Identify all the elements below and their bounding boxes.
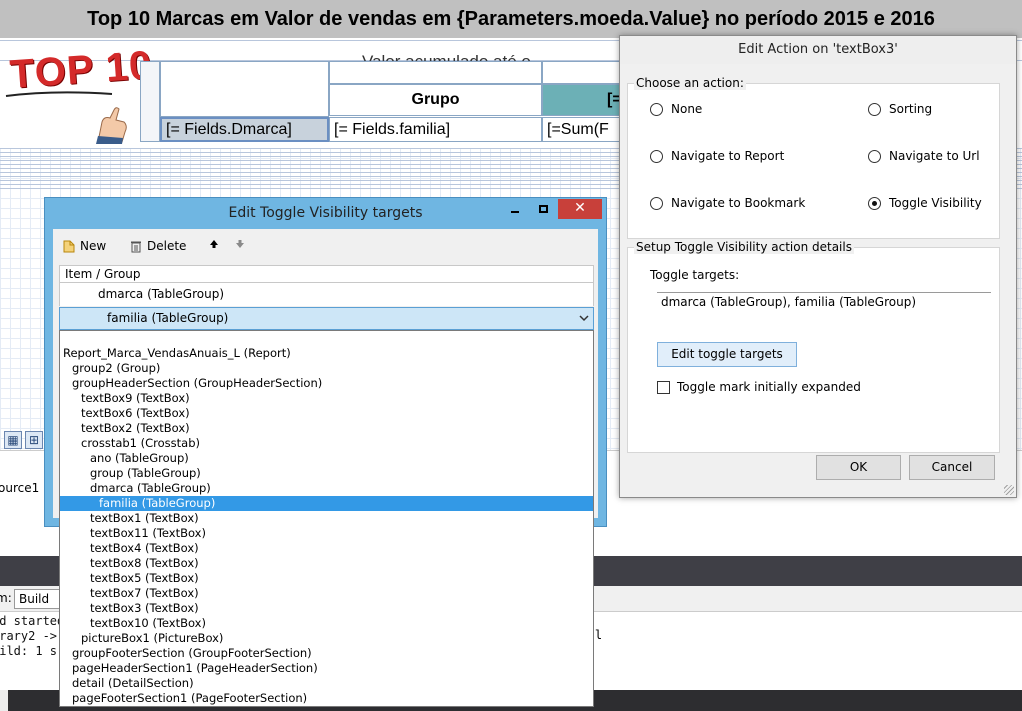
output-line: brary2 -> <box>0 629 58 643</box>
dmarca-field-cell[interactable]: [= Fields.Dmarca] <box>160 117 329 142</box>
dropdown-item[interactable]: crosstab1 (Crosstab) <box>60 436 593 451</box>
arrow-up-icon <box>210 240 218 248</box>
dropdown-item[interactable]: textBox7 (TextBox) <box>60 586 593 601</box>
dropdown-item[interactable]: textBox2 (TextBox) <box>60 421 593 436</box>
value-header-cell[interactable]: [= <box>542 84 622 116</box>
trash-icon <box>131 241 141 252</box>
radio-label: Navigate to Bookmark <box>671 196 806 210</box>
dropdown-item[interactable]: familia (TableGroup) <box>60 496 593 511</box>
status-tab[interactable] <box>0 690 8 711</box>
radio-button-icon[interactable] <box>650 102 663 116</box>
grid-icon[interactable]: ▦ <box>4 431 22 449</box>
group-legend: Setup Toggle Visibility action details <box>634 240 854 254</box>
edit-action-dialog: Edit Action on 'textBox3' Choose an acti… <box>619 35 1017 498</box>
minimize-button[interactable] <box>502 199 528 219</box>
output-line: uild: 1 s <box>0 644 58 658</box>
dropdown-item[interactable]: textBox11 (TextBox) <box>60 526 593 541</box>
dropdown-item[interactable]: pageFooterSection1 (PageFooterSection) <box>60 691 593 706</box>
radio-toggle-visibility[interactable]: Toggle Visibility <box>868 196 982 210</box>
radio-button-icon[interactable] <box>650 196 663 210</box>
hand-pointer-icon <box>96 107 127 144</box>
minimize-icon <box>511 210 519 213</box>
radio-sorting[interactable]: Sorting <box>868 102 932 116</box>
target-row[interactable]: dmarca (TableGroup) <box>59 283 594 306</box>
report-title: Top 10 Marcas em Valor de vendas em {Par… <box>0 0 1022 38</box>
dropdown-item[interactable]: textBox5 (TextBox) <box>60 571 593 586</box>
radio-button-icon[interactable] <box>650 149 663 163</box>
new-button[interactable]: New <box>63 239 106 253</box>
radio-navigate-url[interactable]: Navigate to Url <box>868 149 980 163</box>
item-group-column-header: Item / Group <box>59 265 594 283</box>
radio-button-icon[interactable] <box>868 149 881 163</box>
dropdown-item[interactable]: group (TableGroup) <box>60 466 593 481</box>
grupo-header-cell[interactable]: Grupo <box>329 84 542 116</box>
logo-underline-icon <box>5 91 113 97</box>
datasource-label[interactable]: ource1 <box>0 481 39 495</box>
dropdown-item[interactable]: pictureBox1 (PictureBox) <box>60 631 593 646</box>
radio-button-checked-icon[interactable] <box>868 196 881 210</box>
crosstab-header-cell[interactable] <box>542 61 622 84</box>
sum-field-cell[interactable]: [=Sum(F <box>542 117 622 142</box>
group-legend: Choose an action: <box>634 76 746 90</box>
radio-label: None <box>671 102 703 116</box>
dropdown-item[interactable]: detail (DetailSection) <box>60 676 593 691</box>
delete-label: Delete <box>147 239 187 253</box>
checkbox-icon[interactable] <box>657 380 670 394</box>
snap-icon[interactable]: ⊞ <box>25 431 43 449</box>
radio-label: Navigate to Url <box>889 149 980 163</box>
dropdown-item[interactable]: ano (TableGroup) <box>60 451 593 466</box>
resize-grip-icon[interactable] <box>1004 485 1014 495</box>
crosstab-header-cell[interactable] <box>329 61 542 84</box>
edit-toggle-targets-button[interactable]: Edit toggle targets <box>657 342 797 367</box>
dropdown-item[interactable]: textBox3 (TextBox) <box>60 601 593 616</box>
top10-logo-image[interactable]: TOP 10 <box>4 43 154 148</box>
dropdown-item[interactable]: textBox10 (TextBox) <box>60 616 593 631</box>
new-label: New <box>80 239 107 253</box>
dropdown-item[interactable]: textBox4 (TextBox) <box>60 541 593 556</box>
maximize-button[interactable] <box>530 199 556 219</box>
cancel-button[interactable]: Cancel <box>909 455 995 480</box>
dropdown-item[interactable]: textBox1 (TextBox) <box>60 511 593 526</box>
toggle-targets-label: Toggle targets: <box>650 268 740 282</box>
mark-expanded-checkbox-row[interactable]: Toggle mark initially expanded <box>657 380 861 394</box>
familia-field-cell[interactable]: [= Fields.familia] <box>329 117 542 142</box>
crosstab-header-cell[interactable] <box>160 61 329 117</box>
dropdown-item[interactable]: groupHeaderSection (GroupHeaderSection) <box>60 376 593 391</box>
dropdown-item[interactable]: groupFooterSection (GroupFooterSection) <box>60 646 593 661</box>
move-down-button[interactable] <box>235 239 245 249</box>
radio-none[interactable]: None <box>650 102 702 116</box>
output-show-label: m: <box>0 591 12 605</box>
move-up-button[interactable] <box>209 239 219 249</box>
dropdown-item[interactable]: Report_Marca_VendasAnuais_L (Report) <box>60 346 593 361</box>
designer-toolbar: ▦ ⊞ <box>2 430 46 452</box>
dropdown-item[interactable]: textBox8 (TextBox) <box>60 556 593 571</box>
crosstab-corner-cell[interactable] <box>140 61 160 142</box>
radio-label: Navigate to Report <box>671 149 785 163</box>
radio-label: Sorting <box>889 102 933 116</box>
toggle-toolbar: New Delete <box>53 229 598 265</box>
new-file-icon <box>63 240 75 252</box>
dropdown-item[interactable]: textBox6 (TextBox) <box>60 406 593 421</box>
maximize-icon <box>538 204 548 213</box>
radio-navigate-report[interactable]: Navigate to Report <box>650 149 784 163</box>
checkbox-label: Toggle mark initially expanded <box>677 380 861 394</box>
dropdown-item[interactable]: dmarca (TableGroup) <box>60 481 593 496</box>
target-row-select[interactable]: familia (TableGroup) <box>59 307 594 330</box>
selected-target-label: familia (TableGroup) <box>107 311 229 325</box>
radio-button-icon[interactable] <box>868 102 881 116</box>
radio-label: Toggle Visibility <box>889 196 982 210</box>
close-button[interactable]: ✕ <box>558 199 602 219</box>
toggle-targets-field[interactable]: dmarca (TableGroup), familia (TableGroup… <box>657 292 991 340</box>
radio-navigate-bookmark[interactable]: Navigate to Bookmark <box>650 196 805 210</box>
dropdown-item[interactable]: group2 (Group) <box>60 361 593 376</box>
delete-button[interactable]: Delete <box>130 239 186 253</box>
output-source-select[interactable]: Build <box>14 589 60 609</box>
close-icon: ✕ <box>574 200 586 216</box>
dialog-title: Edit Action on 'textBox3' <box>620 36 1016 64</box>
target-dropdown-list[interactable]: Report_Marca_VendasAnuais_L (Report) grou… <box>59 330 594 707</box>
arrow-down-icon <box>236 240 244 248</box>
ok-button[interactable]: OK <box>816 455 901 480</box>
dropdown-item[interactable]: textBox9 (TextBox) <box>60 391 593 406</box>
dropdown-item[interactable]: pageHeaderSection1 (PageHeaderSection) <box>60 661 593 676</box>
